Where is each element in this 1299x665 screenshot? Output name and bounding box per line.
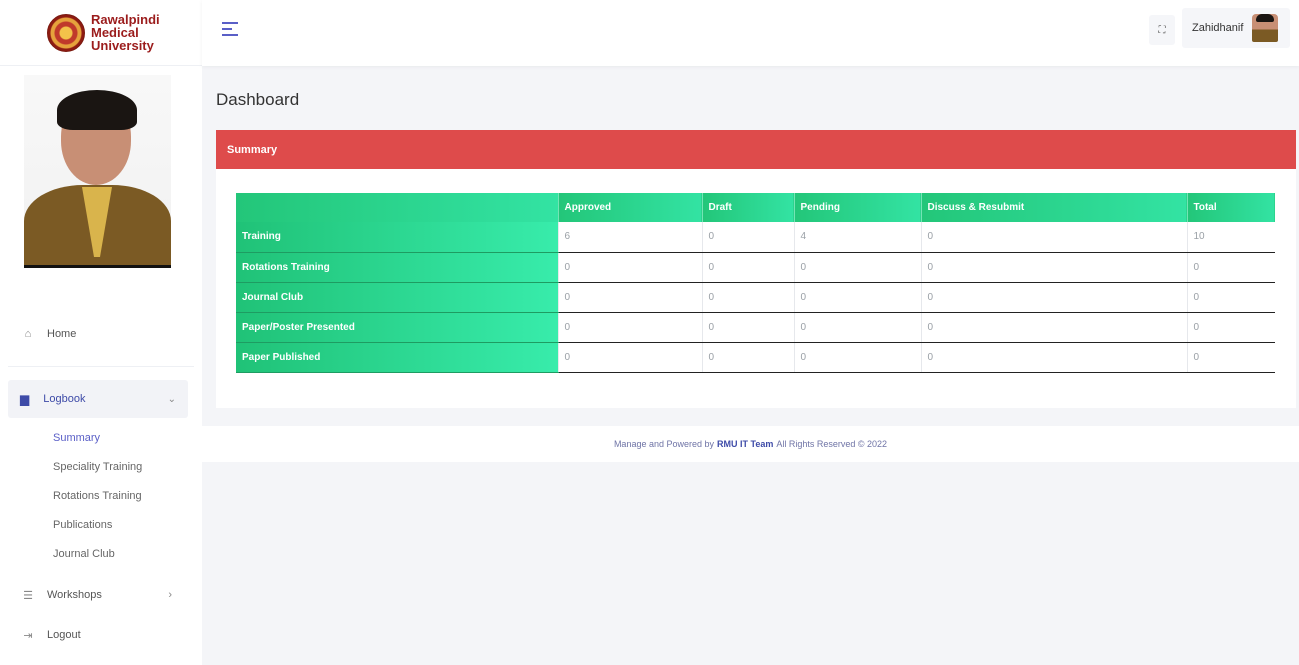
sidebar-item-workshops[interactable]: ☰ Workshops › xyxy=(0,580,202,610)
column-header-draft: Draft xyxy=(702,193,795,222)
university-logo-icon xyxy=(47,13,85,52)
row-label: Rotations Training xyxy=(236,252,559,283)
summary-card-header: Summary xyxy=(216,130,1296,169)
brand[interactable]: Rawalpindi Medical University xyxy=(0,0,202,66)
home-icon: ⌂ xyxy=(24,328,32,340)
sidebar-item-label: Logout xyxy=(47,629,81,641)
submenu-item-speciality-training[interactable]: Speciality Training xyxy=(53,459,142,488)
table-row: Training 6 0 4 0 10 xyxy=(236,222,1275,253)
cell-approved: 0 xyxy=(558,282,703,313)
avatar xyxy=(1252,14,1278,42)
cell-pending: 0 xyxy=(794,342,922,373)
page-title: Dashboard xyxy=(216,90,300,109)
cell-pending: 0 xyxy=(794,312,922,343)
cell-pending: 0 xyxy=(794,282,922,313)
cell-approved: 0 xyxy=(558,252,703,283)
username: Zahidhanif xyxy=(1192,22,1244,34)
footer-team-link[interactable]: RMU IT Team xyxy=(717,439,773,449)
column-header-discuss-resubmit: Discuss & Resubmit xyxy=(921,193,1188,222)
cell-approved: 0 xyxy=(558,312,703,343)
column-header xyxy=(236,193,559,222)
column-header-pending: Pending xyxy=(794,193,922,222)
sidebar-item-logbook[interactable]: ▆ Logbook ⌄ xyxy=(8,380,188,418)
chevron-right-icon: › xyxy=(168,589,172,601)
submenu-item-rotations-training[interactable]: Rotations Training xyxy=(53,488,142,517)
cell-total: 10 xyxy=(1187,222,1275,253)
row-label: Paper/Poster Presented xyxy=(236,312,559,343)
table-row: Rotations Training 0 0 0 0 0 xyxy=(236,252,1275,283)
summary-table: Approved Draft Pending Discuss & Resubmi… xyxy=(236,193,1275,373)
cell-draft: 0 xyxy=(702,282,795,313)
footer-suffix: All Rights Reserved © 2022 xyxy=(776,439,888,449)
fullscreen-icon[interactable]: ⛶ xyxy=(1149,15,1175,45)
divider xyxy=(8,366,194,367)
cell-discuss-resubmit: 0 xyxy=(921,342,1188,373)
cell-total: 0 xyxy=(1187,312,1275,343)
cell-draft: 0 xyxy=(702,252,795,283)
chevron-down-icon: ⌄ xyxy=(167,393,176,405)
sidebar-item-label: Logbook xyxy=(43,393,86,405)
cell-total: 0 xyxy=(1187,282,1275,313)
row-label: Paper Published xyxy=(236,342,559,373)
sidebar-item-label: Home xyxy=(47,328,77,340)
cell-approved: 0 xyxy=(558,342,703,373)
table-row: Paper/Poster Presented 0 0 0 0 0 xyxy=(236,312,1275,343)
user-menu[interactable]: Zahidhanif xyxy=(1182,8,1290,48)
cell-pending: 0 xyxy=(794,252,922,283)
column-header-approved: Approved xyxy=(558,193,703,222)
cell-total: 0 xyxy=(1187,252,1275,283)
column-header-total: Total xyxy=(1187,193,1275,222)
submenu-item-journal-club[interactable]: Journal Club xyxy=(53,546,142,575)
profile-photo xyxy=(24,75,171,268)
sidebar: Rawalpindi Medical University ⌂ Home ▆ L… xyxy=(0,0,202,665)
cell-discuss-resubmit: 0 xyxy=(921,222,1188,253)
book-icon: ▆ xyxy=(20,392,30,406)
cell-draft: 0 xyxy=(702,222,795,253)
menu-toggle-icon[interactable] xyxy=(222,22,238,38)
cell-discuss-resubmit: 0 xyxy=(921,252,1188,283)
cell-discuss-resubmit: 0 xyxy=(921,282,1188,313)
brand-name: Rawalpindi Medical University xyxy=(91,12,160,53)
cell-approved: 6 xyxy=(558,222,703,253)
submenu-item-publications[interactable]: Publications xyxy=(53,517,142,546)
cell-total: 0 xyxy=(1187,342,1275,373)
cell-discuss-resubmit: 0 xyxy=(921,312,1188,343)
sidebar-item-home[interactable]: ⌂ Home xyxy=(0,319,202,349)
logbook-submenu: Summary Speciality Training Rotations Tr… xyxy=(53,430,142,575)
cell-draft: 0 xyxy=(702,342,795,373)
topbar: ⛶ Zahidhanif xyxy=(202,0,1299,66)
sidebar-item-label: Workshops xyxy=(47,589,102,601)
logout-icon: ⇥ xyxy=(23,629,33,642)
footer: Manage and Powered by RMU IT Team All Ri… xyxy=(202,426,1299,462)
cell-draft: 0 xyxy=(702,312,795,343)
list-icon: ☰ xyxy=(23,589,33,602)
footer-prefix: Manage and Powered by xyxy=(613,439,715,449)
sidebar-item-logout[interactable]: ⇥ Logout xyxy=(0,620,202,650)
table-row: Journal Club 0 0 0 0 0 xyxy=(236,282,1275,313)
submenu-item-summary[interactable]: Summary xyxy=(53,430,142,459)
table-row: Paper Published 0 0 0 0 0 xyxy=(236,342,1275,373)
table-header-row: Approved Draft Pending Discuss & Resubmi… xyxy=(236,193,1275,222)
summary-card: Summary Approved Draft Pending Discuss &… xyxy=(216,130,1296,408)
cell-pending: 4 xyxy=(794,222,922,253)
row-label: Journal Club xyxy=(236,282,559,313)
row-label: Training xyxy=(236,222,559,253)
